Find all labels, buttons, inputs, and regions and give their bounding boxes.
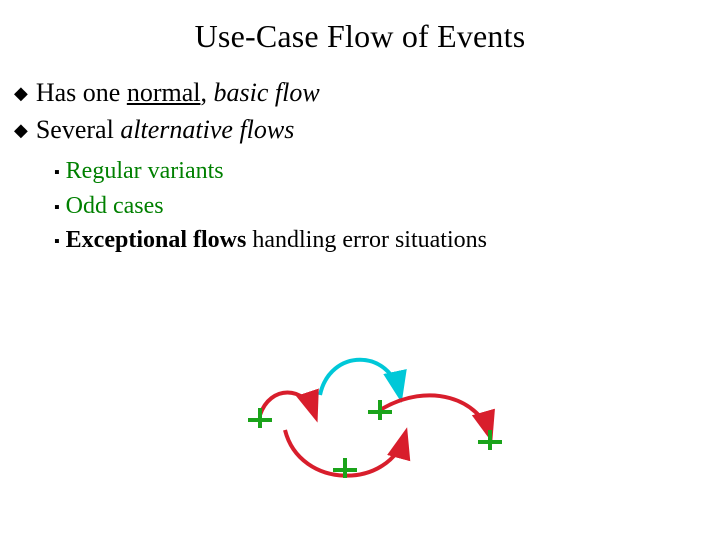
slide-title: Use-Case Flow of Events bbox=[0, 0, 720, 55]
text-pre: Several bbox=[36, 115, 120, 144]
bullet-text: Has one normal, basic flow bbox=[36, 75, 320, 110]
sub-text: Odd cases bbox=[66, 190, 164, 222]
sub-text: Regular variants bbox=[66, 155, 224, 187]
diamond-icon: ◆ bbox=[14, 118, 28, 142]
slide: Use-Case Flow of Events ◆ Has one normal… bbox=[0, 0, 720, 540]
sub-bullets: ▪ Regular variants ▪ Odd cases ▪ Excepti… bbox=[14, 149, 706, 256]
text-bold: Exceptional flows bbox=[66, 227, 247, 253]
green-node-1-icon bbox=[248, 408, 272, 428]
square-icon: ▪ bbox=[54, 162, 60, 184]
text-italic: alternative flows bbox=[120, 115, 294, 144]
square-icon: ▪ bbox=[54, 231, 60, 253]
slide-body: ◆ Has one normal, basic flow ◆ Several a… bbox=[0, 55, 720, 256]
text-underline: normal bbox=[127, 78, 201, 107]
sub-bullet-odd: ▪ Odd cases bbox=[54, 190, 706, 222]
text-italic: basic flow bbox=[213, 78, 319, 107]
bullet-basic-flow: ◆ Has one normal, basic flow bbox=[14, 75, 706, 110]
bullet-alternative-flows: ◆ Several alternative flows bbox=[14, 112, 706, 147]
red-arc-right-icon bbox=[380, 395, 490, 435]
red-arc-left-icon bbox=[260, 393, 315, 416]
flow-diagram bbox=[230, 340, 510, 500]
text-pre: Has one bbox=[36, 78, 127, 107]
cyan-arc-icon bbox=[320, 360, 400, 395]
text-rest: handling error situations bbox=[246, 227, 487, 253]
green-node-4-icon bbox=[478, 430, 502, 450]
green-node-3-icon bbox=[368, 400, 392, 420]
sub-bullet-regular: ▪ Regular variants bbox=[54, 155, 706, 187]
sub-bullet-exceptional: ▪ Exceptional flows handling error situa… bbox=[54, 224, 706, 256]
sub-text: Exceptional flows handling error situati… bbox=[66, 224, 487, 256]
bullet-text: Several alternative flows bbox=[36, 112, 295, 147]
text-mid: , bbox=[200, 78, 213, 107]
square-icon: ▪ bbox=[54, 197, 60, 219]
diamond-icon: ◆ bbox=[14, 81, 28, 105]
